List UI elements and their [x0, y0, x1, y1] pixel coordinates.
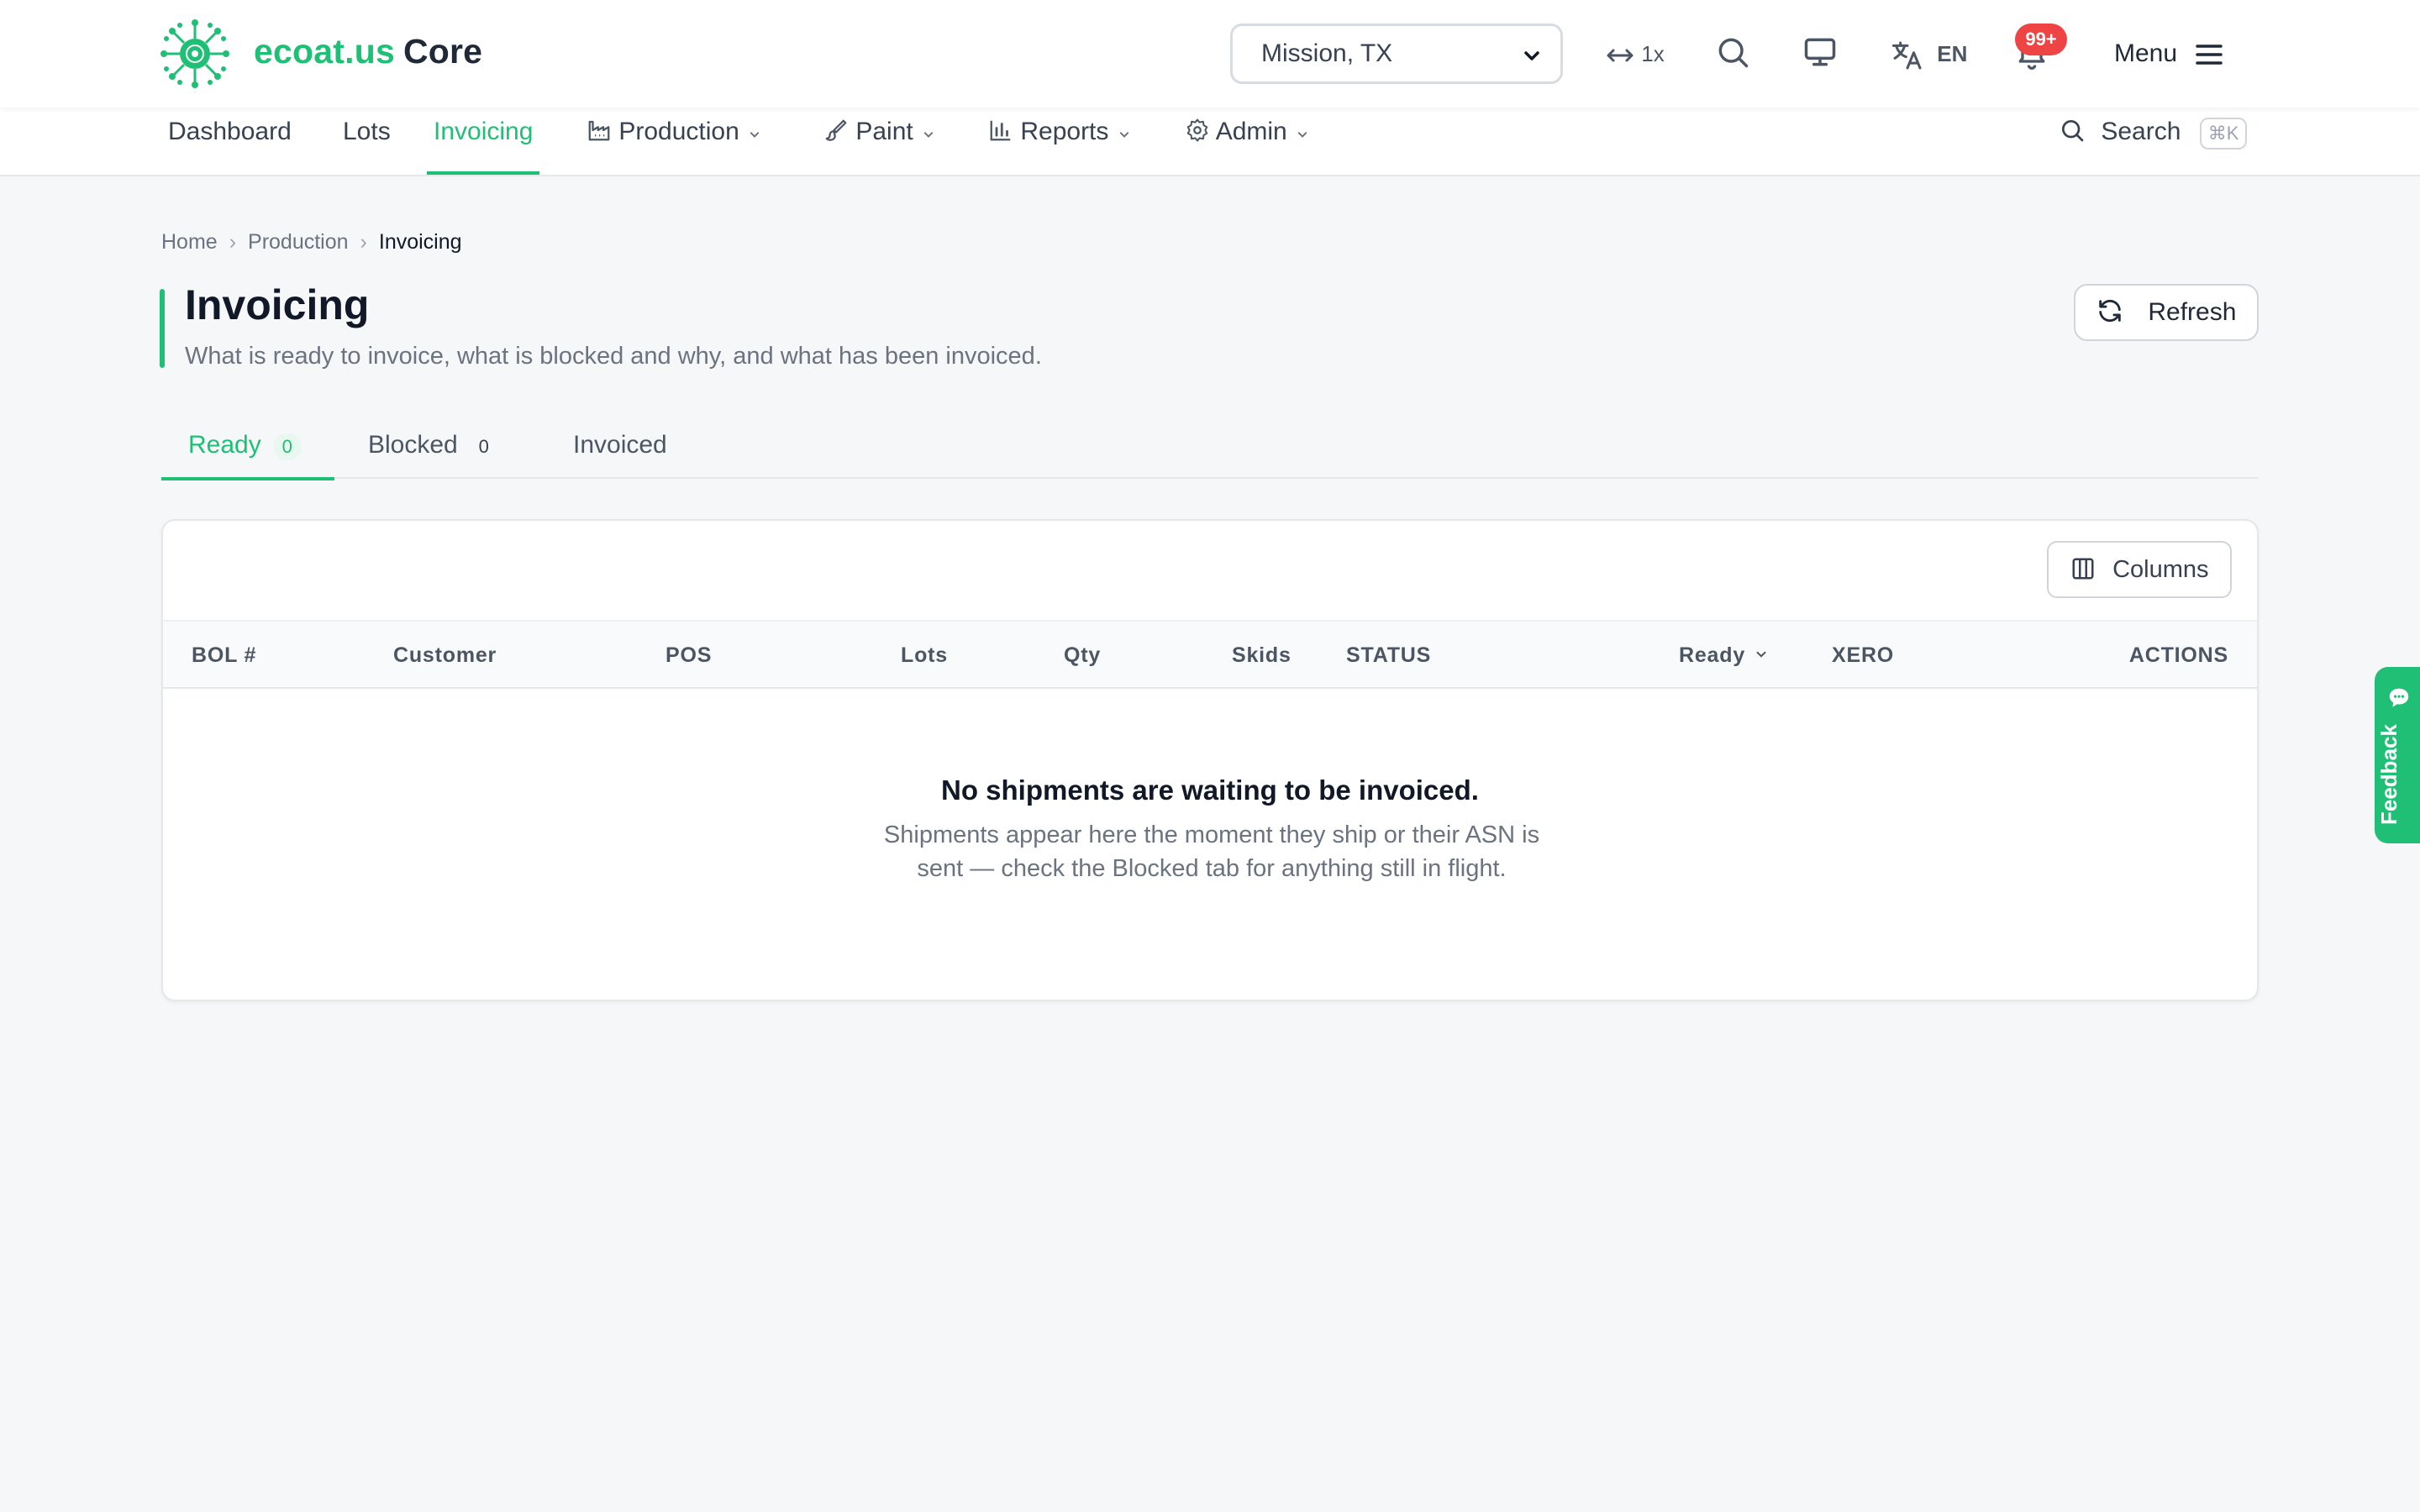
shipments-table-card: Columns BOL # Customer POS Lots Qty Skid…: [161, 519, 2259, 1001]
column-header-customer[interactable]: Customer: [393, 622, 497, 689]
menu-label: Menu: [2114, 39, 2178, 67]
nav-item-label: Admin: [1215, 118, 1287, 145]
empty-state-title: No shipments are waiting to be invoiced.: [941, 774, 1479, 806]
breadcrumb: Home › Production › Invoicing: [161, 230, 462, 255]
tab-invoiced[interactable]: Invoiced: [573, 427, 667, 479]
width-scale-label: 1x: [1641, 41, 1665, 66]
brand-primary: ecoat.us: [254, 32, 395, 71]
column-header-xero[interactable]: XERO: [1832, 622, 1894, 689]
language-switcher[interactable]: EN: [1891, 34, 1967, 74]
feedback-label: Feedback: [2376, 724, 2402, 825]
feedback-tab[interactable]: Feedback: [2375, 667, 2420, 843]
nav-item-paint[interactable]: Paint: [823, 108, 937, 175]
refresh-icon: [2099, 299, 2121, 323]
display-mode-button[interactable]: [1802, 34, 1839, 74]
search-icon: [1718, 38, 1749, 68]
search-shortcut: ⌘K: [2199, 118, 2248, 150]
menu-button[interactable]: Menu: [2114, 34, 2223, 74]
hamburger-icon: [2196, 45, 2223, 65]
logo-icon[interactable]: [160, 18, 230, 89]
top-bar: ecoat.us Core Mission, TX 1x EN 99+ Menu: [0, 0, 2420, 108]
tab-label: Blocked: [368, 431, 458, 459]
width-arrows-icon: [1607, 49, 1634, 62]
global-search-button[interactable]: Search ⌘K: [2059, 116, 2248, 150]
search-icon: [2062, 120, 2084, 142]
brand-secondary: Core: [402, 32, 483, 71]
nav-item-lots[interactable]: Lots: [343, 108, 391, 175]
language-label: EN: [1937, 41, 1968, 66]
refresh-button[interactable]: Refresh: [2074, 284, 2259, 341]
tab-count-badge: 0: [478, 436, 489, 457]
refresh-label: Refresh: [2148, 298, 2237, 326]
breadcrumb-current: Invoicing: [378, 230, 462, 254]
notification-count-badge: 99+: [2015, 24, 2067, 55]
nav-item-admin[interactable]: Admin: [1185, 108, 1311, 175]
column-header-pos[interactable]: POS: [666, 622, 712, 689]
tab-label: Ready: [188, 431, 261, 459]
tab-count-badge: 0: [272, 433, 302, 460]
breadcrumb-production[interactable]: Production: [248, 230, 349, 254]
title-accent-bar: [160, 289, 165, 368]
column-header-lots[interactable]: Lots: [901, 622, 948, 689]
empty-state-message: Shipments appear here the moment they sh…: [883, 822, 1540, 882]
translate-icon: [1891, 41, 1922, 70]
location-select[interactable]: Mission, TX: [1230, 24, 1563, 84]
breadcrumb-home[interactable]: Home: [161, 230, 218, 254]
column-header-bol[interactable]: BOL #: [192, 622, 256, 689]
paintbrush-icon: [825, 119, 847, 141]
page-width-toggle[interactable]: 1x: [1605, 34, 1665, 74]
nav-item-label: Reports: [1020, 118, 1109, 145]
brand-name[interactable]: ecoat.us Core: [254, 32, 482, 71]
columns-button[interactable]: Columns: [2047, 541, 2232, 598]
chevron-down-icon: [1524, 51, 1539, 60]
chevron-down-icon: [1119, 132, 1128, 138]
chevron-down-icon: [923, 132, 934, 138]
nav-item-label: Production: [618, 118, 739, 145]
nav-item-production[interactable]: Production: [587, 108, 763, 175]
page-subtitle: What is ready to invoice, what is blocke…: [185, 343, 1042, 370]
nav-item-invoicing[interactable]: Invoicing: [426, 108, 540, 175]
column-header-qty[interactable]: Qty: [1064, 622, 1101, 689]
search-button[interactable]: [1714, 34, 1751, 74]
column-header-skids[interactable]: Skids: [1232, 622, 1292, 689]
columns-label: Columns: [2112, 556, 2209, 583]
gear-icon: [1186, 118, 1208, 142]
chevron-down-icon: [1756, 651, 1766, 658]
column-header-status[interactable]: STATUS: [1346, 622, 1431, 689]
chevron-right-icon: ›: [360, 230, 367, 254]
search-label: Search: [2101, 118, 2181, 145]
chevron-right-icon: ›: [229, 230, 237, 254]
table-header: BOL # Customer POS Lots Qty Skids STATUS…: [163, 620, 2257, 689]
chevron-down-icon: [750, 132, 760, 138]
nav-item-reports[interactable]: Reports: [988, 108, 1133, 175]
page-title: Invoicing: [185, 281, 370, 328]
tab-label: Invoiced: [573, 431, 667, 459]
column-header-label: Ready: [1679, 643, 1746, 667]
column-header-ready[interactable]: Ready: [1679, 622, 1769, 689]
chevron-down-icon: [1297, 132, 1307, 138]
nav-item-dashboard[interactable]: Dashboard: [168, 108, 292, 175]
bar-chart-icon: [990, 120, 1011, 141]
columns-icon: [2072, 558, 2094, 580]
column-header-actions: ACTIONS: [2128, 643, 2228, 667]
location-select-value: Mission, TX: [1261, 39, 1393, 67]
tab-blocked[interactable]: Blocked 0: [368, 427, 498, 479]
factory-icon: [588, 120, 610, 141]
tab-ready[interactable]: Ready 0: [161, 427, 334, 480]
monitor-icon: [1804, 38, 1836, 66]
invoicing-tabs: Ready 0 Blocked 0 Invoiced: [161, 427, 2259, 480]
main-nav: Dashboard Lots Invoicing Production Pain…: [0, 108, 2420, 176]
nav-item-label: Paint: [855, 118, 913, 145]
